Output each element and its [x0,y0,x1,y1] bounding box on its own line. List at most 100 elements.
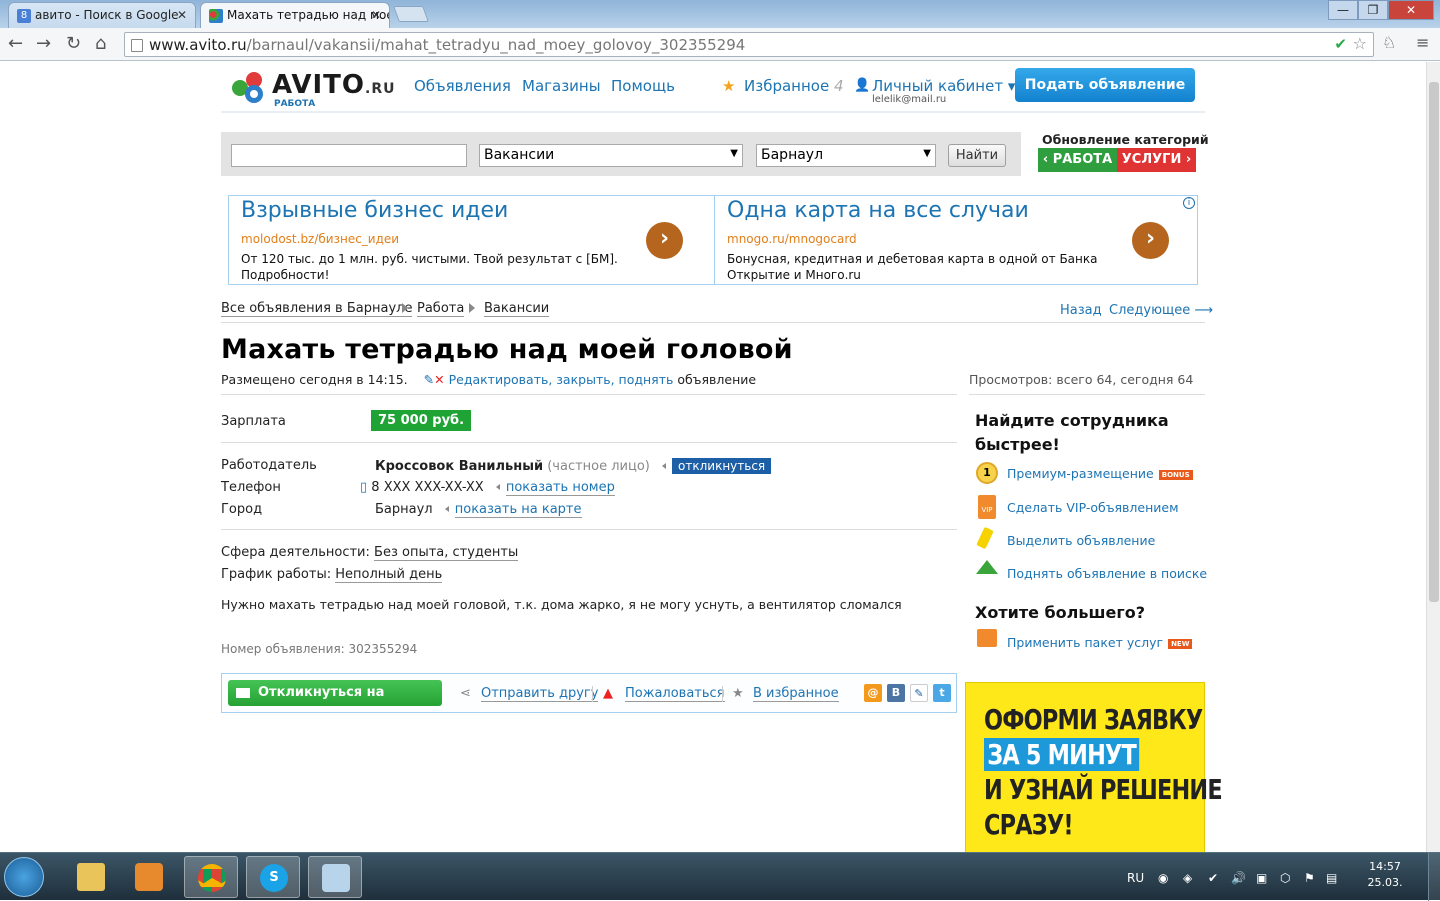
services-category-button[interactable]: УСЛУГИ › [1117,148,1196,172]
tab-google-search[interactable]: 8 авито - Поиск в Google ✕ [8,2,196,28]
livejournal-share-icon[interactable]: ✎ [910,684,928,702]
nav-help[interactable]: Помощь [611,77,675,95]
favorites-label: Избранное [744,77,830,95]
category-update-switch: ‹ РАБОТА УСЛУГИ › [1038,148,1196,172]
back-link[interactable]: Назад [1060,303,1102,318]
menu-icon[interactable]: ≡ [1416,33,1429,52]
media-player-taskbar-button[interactable] [122,856,176,898]
send-friend-link[interactable]: Отправить другу [481,686,599,702]
address-bar[interactable]: www.avito.ru/barnaul/vakansii/mahat_tetr… [124,32,1374,57]
volume-icon[interactable]: 🔊 [1231,871,1246,885]
tray-icon[interactable]: ⬡ [1280,871,1290,885]
views-counter: Просмотров: всего 64, сегодня 64 [969,372,1194,387]
schedule-link[interactable]: Неполный день [335,567,443,583]
ad-url[interactable]: molodost.bz/бизнес_идеи [241,232,399,246]
tray-icon[interactable]: ◈ [1183,871,1192,885]
edit-listing-link[interactable]: Редактировать, закрыть, поднять [449,372,674,387]
show-phone-link[interactable]: показать номер [505,480,615,496]
window-close-icon[interactable]: ✕ [1388,0,1434,20]
breadcrumb-vacancies[interactable]: Вакансии [484,301,550,317]
category-select[interactable]: Вакансии ▼ [479,144,743,167]
pencil-icon[interactable]: ✎ [424,372,434,387]
tab-avito-listing[interactable]: Махать тетрадью над мое ✕ [200,2,390,28]
maximize-icon[interactable]: ❐ [1358,0,1388,20]
ad-item[interactable]: Одна карта на все случаи mnogo.ru/mnogoc… [714,196,1198,284]
listing-title: Махать тетрадью над моей головой [221,334,793,365]
avito-logo[interactable]: AVITO.RU РАБОТА [228,68,394,109]
edit-suffix: объявление [677,372,757,387]
service-highlight[interactable]: Выделить объявление [1007,533,1155,548]
promo-banner[interactable]: ОФОРМИ ЗАЯВКУ ЗА 5 МИНУТ И УЗНАЙ РЕШЕНИЕ… [965,682,1223,852]
clock[interactable]: 14:57 25.03. [1350,859,1420,891]
tray-icon[interactable]: ▣ [1256,871,1267,885]
search-button[interactable]: Найти [948,144,1006,167]
tray-icon[interactable]: ✔ [1208,871,1218,885]
chevron-right-icon[interactable]: › [646,222,683,259]
next-link[interactable]: Следующее ⟶ [1109,303,1213,318]
ad-url[interactable]: mnogo.ru/mnogocard [727,232,857,246]
page-viewport: AVITO.RU РАБОТА Объявления Магазины Помо… [0,62,1426,852]
paint-taskbar-button[interactable] [308,856,362,898]
nav-ads[interactable]: Объявления [414,77,511,95]
back-arrow-icon[interactable]: ← [8,33,23,54]
complain-link[interactable]: Пожаловаться [625,686,725,702]
service-raise[interactable]: Поднять объявление в поиске [1007,566,1207,581]
breadcrumb-work[interactable]: Работа [417,301,465,317]
check-icon[interactable]: ✔ [1334,35,1347,53]
ad-info-icon[interactable]: i [1183,197,1195,209]
show-desktop-button[interactable] [1428,853,1440,901]
scrollbar[interactable] [1426,62,1440,852]
forward-arrow-icon[interactable]: → [36,33,51,54]
chevron-right-icon[interactable]: › [1132,222,1169,259]
respond-badge[interactable]: откликнуться [672,458,772,474]
minimize-icon[interactable]: — [1328,0,1358,20]
search-input[interactable] [231,144,467,167]
reload-icon[interactable]: ↻ [66,33,81,54]
skype-taskbar-button[interactable]: S [246,856,300,898]
schedule-label: График работы: [221,567,332,582]
tray-icon[interactable]: ◉ [1158,871,1168,885]
service-package[interactable]: Применить пакет услуг NEW [1007,635,1193,650]
bonus-tag: BONUS [1158,469,1193,480]
close-icon[interactable]: ✕ [371,8,381,22]
city-select[interactable]: Барнаул ▼ [756,144,936,167]
show-map-link[interactable]: показать на карте [454,502,582,518]
add-favorite-link[interactable]: В избранное [753,686,839,702]
breadcrumb-arrow-icon [402,303,408,313]
work-category-button[interactable]: ‹ РАБОТА [1038,148,1117,172]
scroll-thumb[interactable] [1429,82,1439,602]
salary-label: Зарплата [221,414,286,429]
service-vip[interactable]: Сделать VIP-объявлением [1007,500,1179,515]
language-indicator[interactable]: RU [1127,871,1144,885]
bookmark-star-icon[interactable]: ☆ [1353,34,1367,53]
ad-title[interactable]: Одна карта на все случаи [727,198,1029,223]
sphere-link[interactable]: Без опыта, студенты [374,545,519,561]
chrome-taskbar-button[interactable] [184,856,238,898]
nav-cabinet[interactable]: Личный кабинет ▾ [872,77,1015,95]
star-icon: ★ [722,77,736,95]
extension-icon[interactable]: ♘ [1382,33,1396,52]
share-icon: ⋖ [460,686,471,701]
vk-share-icon[interactable]: B [887,684,905,702]
arrow-left-icon [495,484,500,490]
close-icon[interactable]: ✕ [177,8,187,22]
phone-label: Телефон [221,480,281,495]
flag-icon[interactable]: ⚑ [1304,871,1315,885]
twitter-share-icon[interactable]: t [933,684,951,702]
home-icon[interactable]: ⌂ [95,33,106,54]
nav-shops[interactable]: Магазины [522,77,601,95]
nav-favorites[interactable]: Избранное 4 [744,77,844,95]
new-tab-button[interactable] [393,6,429,22]
mailru-share-icon[interactable]: @ [864,684,882,702]
delete-icon[interactable]: ✕ [434,372,444,387]
explorer-taskbar-button[interactable] [64,856,118,898]
start-button[interactable] [4,857,44,897]
banner-line: СРАЗУ! [984,808,1074,841]
breadcrumb-all-barnaul[interactable]: Все объявления в Барнауле [221,301,413,317]
ad-title[interactable]: Взрывные бизнес идеи [241,198,508,223]
ad-item[interactable]: Взрывные бизнес идеи molodost.bz/бизнес_… [229,196,713,284]
respond-vacancy-button[interactable]: Откликнуться на вакансию [228,680,442,726]
service-premium[interactable]: Премиум-размещение BONUS [1007,466,1193,481]
network-icon[interactable]: ▤ [1326,871,1337,885]
post-ad-button[interactable]: Подать объявление [1015,68,1195,102]
